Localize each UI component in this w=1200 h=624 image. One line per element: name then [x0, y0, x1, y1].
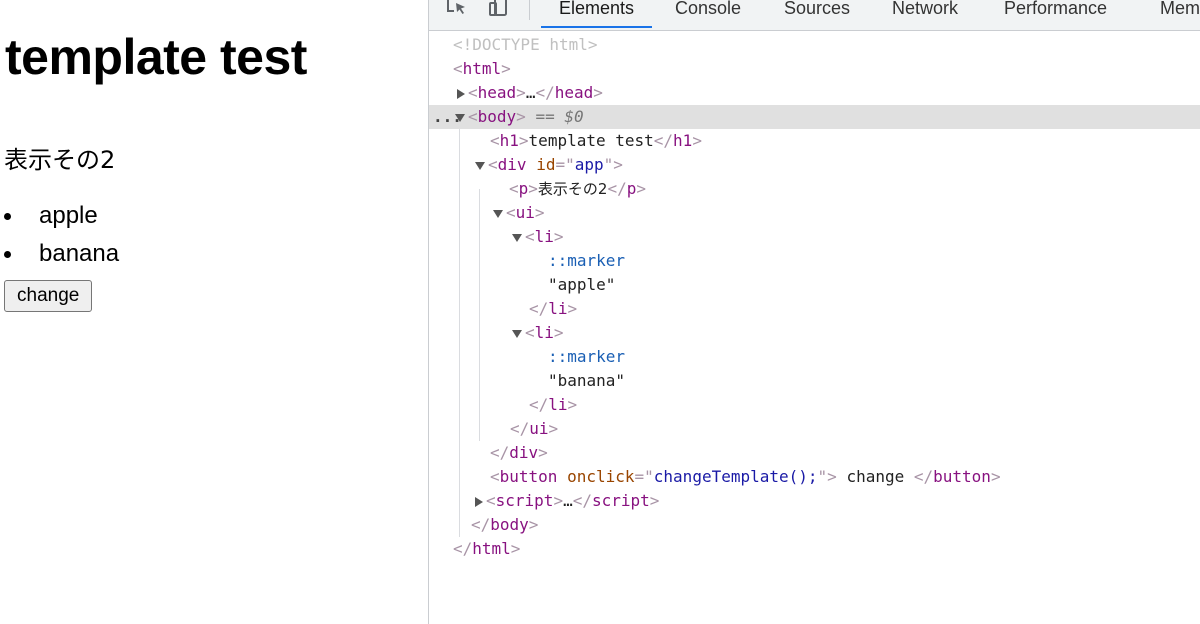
dom-node-h1[interactable]: <h1>template test</h1>: [429, 129, 1200, 153]
rendered-page: template test 表示その2 apple banana change: [0, 0, 428, 624]
dom-node-ui[interactable]: <ui>: [429, 201, 1200, 225]
dom-closing-div[interactable]: </div>: [429, 441, 1200, 465]
dom-node-marker[interactable]: ::marker: [429, 345, 1200, 369]
dom-node-div[interactable]: <div id="app">: [429, 153, 1200, 177]
devtools-toolbar: Elements Console Sources Network Perform…: [429, 0, 1200, 31]
page-paragraph: 表示その2: [4, 146, 116, 174]
collapse-arrow-icon[interactable]: [475, 161, 485, 170]
list-item: banana: [0, 238, 119, 276]
dom-node-p[interactable]: <p>表示その2</p>: [429, 177, 1200, 201]
tab-performance[interactable]: Performance: [1004, 0, 1107, 30]
list-item: apple: [0, 200, 119, 238]
collapse-arrow-icon[interactable]: [455, 113, 465, 122]
dom-closing-ui[interactable]: </ui>: [429, 417, 1200, 441]
device-toolbar-icon[interactable]: [487, 0, 511, 20]
tab-network[interactable]: Network: [892, 0, 958, 30]
tab-elements[interactable]: Elements: [540, 0, 653, 30]
dom-node-li[interactable]: <li>: [429, 321, 1200, 345]
dom-closing-li[interactable]: </li>: [429, 297, 1200, 321]
dom-closing-body[interactable]: </body>: [429, 513, 1200, 537]
dom-text-node[interactable]: "apple": [429, 273, 1200, 297]
tab-memory[interactable]: Memo: [1160, 0, 1200, 30]
list-item-label: apple: [39, 202, 98, 229]
expand-arrow-icon[interactable]: [475, 496, 483, 507]
fruit-list: apple banana: [0, 200, 119, 276]
change-button[interactable]: change: [4, 280, 93, 312]
dom-node-marker[interactable]: ::marker: [429, 249, 1200, 273]
collapse-arrow-icon[interactable]: [512, 233, 522, 242]
dom-node-doctype[interactable]: <!DOCTYPE html>: [429, 33, 1200, 57]
dom-node-li[interactable]: <li>: [429, 225, 1200, 249]
toolbar-separator: [529, 0, 530, 20]
bullet-icon: [4, 213, 11, 220]
collapse-arrow-icon[interactable]: [493, 209, 503, 218]
dom-node-html[interactable]: <html>: [429, 57, 1200, 81]
expand-arrow-icon[interactable]: [457, 88, 465, 99]
dom-node-button[interactable]: <button onclick="changeTemplate();"> cha…: [429, 465, 1200, 489]
dom-node-head[interactable]: <head>…</head>: [429, 81, 1200, 105]
collapse-arrow-icon[interactable]: [512, 329, 522, 338]
devtools-panel: Elements Console Sources Network Perform…: [428, 0, 1200, 624]
list-item-label: banana: [39, 240, 120, 267]
tab-sources[interactable]: Sources: [784, 0, 850, 30]
bullet-icon: [4, 251, 11, 258]
page-heading: template test: [5, 29, 307, 85]
dom-tree: <!DOCTYPE html> <html> <head>…</head> ..…: [429, 33, 1200, 624]
inspect-element-icon[interactable]: [445, 0, 469, 20]
dom-node-script[interactable]: <script>…</script>: [429, 489, 1200, 513]
dom-text-node[interactable]: "banana": [429, 369, 1200, 393]
dom-closing-li[interactable]: </li>: [429, 393, 1200, 417]
dom-closing-html[interactable]: </html>: [429, 537, 1200, 561]
tab-console[interactable]: Console: [675, 0, 741, 30]
dom-node-body[interactable]: ... <body> == $0: [429, 105, 1200, 129]
